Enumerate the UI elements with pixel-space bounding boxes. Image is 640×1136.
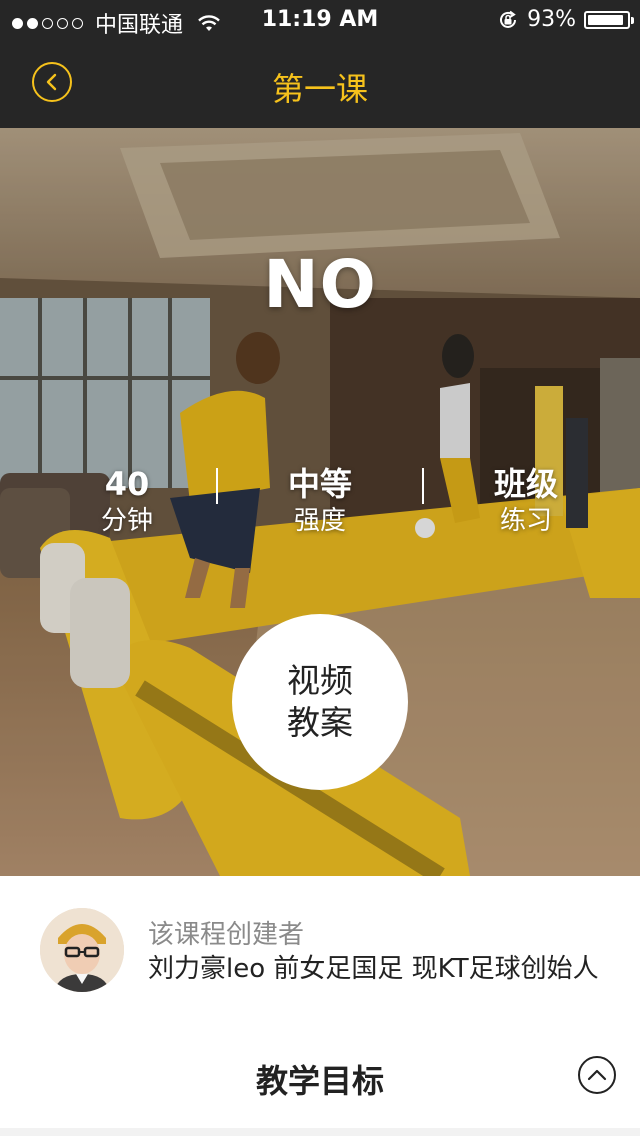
lesson-hero: NO 40 分钟 中等 强度 班级 练习 视频 教案 bbox=[0, 128, 640, 876]
battery-icon bbox=[584, 10, 634, 29]
stat-label: 练习 bbox=[499, 506, 552, 536]
stat-label: 强度 bbox=[293, 506, 346, 536]
stat-divider bbox=[216, 468, 218, 504]
collapse-button[interactable] bbox=[578, 1056, 616, 1094]
avatar[interactable] bbox=[40, 908, 124, 992]
teaching-goals-title: 教学目标 bbox=[255, 1062, 384, 1100]
creator-label: 该课程创建者 bbox=[148, 920, 305, 950]
status-bar: 中国联通 11:19 AM 93% bbox=[0, 0, 640, 40]
creator-avatar-image bbox=[40, 908, 124, 992]
chevron-up-icon bbox=[587, 1069, 607, 1081]
stat-label: 分钟 bbox=[100, 506, 153, 536]
stat-value: 40 bbox=[104, 465, 150, 503]
stat-type: 班级 练习 bbox=[446, 464, 606, 538]
lesson-title-overlay: NO bbox=[263, 246, 377, 323]
creator-section: 该课程创建者 刘力豪leo 前女足国足 现KT足球创始人 bbox=[0, 876, 640, 1026]
stat-divider bbox=[422, 468, 424, 504]
video-lesson-button[interactable]: 视频 教案 bbox=[232, 614, 408, 790]
battery-percent: 93% bbox=[527, 7, 576, 32]
nav-bar: 第一课 bbox=[0, 40, 640, 128]
battery-fill bbox=[588, 14, 623, 25]
stat-duration: 40 分钟 bbox=[47, 464, 207, 538]
stat-value: 中等 bbox=[287, 465, 352, 503]
video-button-line1: 视频 bbox=[287, 661, 353, 700]
video-button-line2: 教案 bbox=[287, 703, 353, 742]
stat-intensity: 中等 强度 bbox=[240, 464, 400, 538]
rotation-lock-icon bbox=[500, 10, 517, 28]
lesson-stats: 40 分钟 中等 强度 班级 练习 bbox=[0, 464, 640, 544]
stat-value: 班级 bbox=[493, 465, 558, 503]
creator-name: 刘力豪leo 前女足国足 现KT足球创始人 bbox=[148, 954, 599, 984]
battery-nub bbox=[631, 16, 634, 24]
top-bar: 中国联通 11:19 AM 93% 第一课 bbox=[0, 0, 640, 128]
status-right: 93% bbox=[497, 7, 634, 32]
teaching-goals-section[interactable]: 教学目标 bbox=[0, 1026, 640, 1128]
page-title: 第一课 bbox=[271, 70, 368, 108]
